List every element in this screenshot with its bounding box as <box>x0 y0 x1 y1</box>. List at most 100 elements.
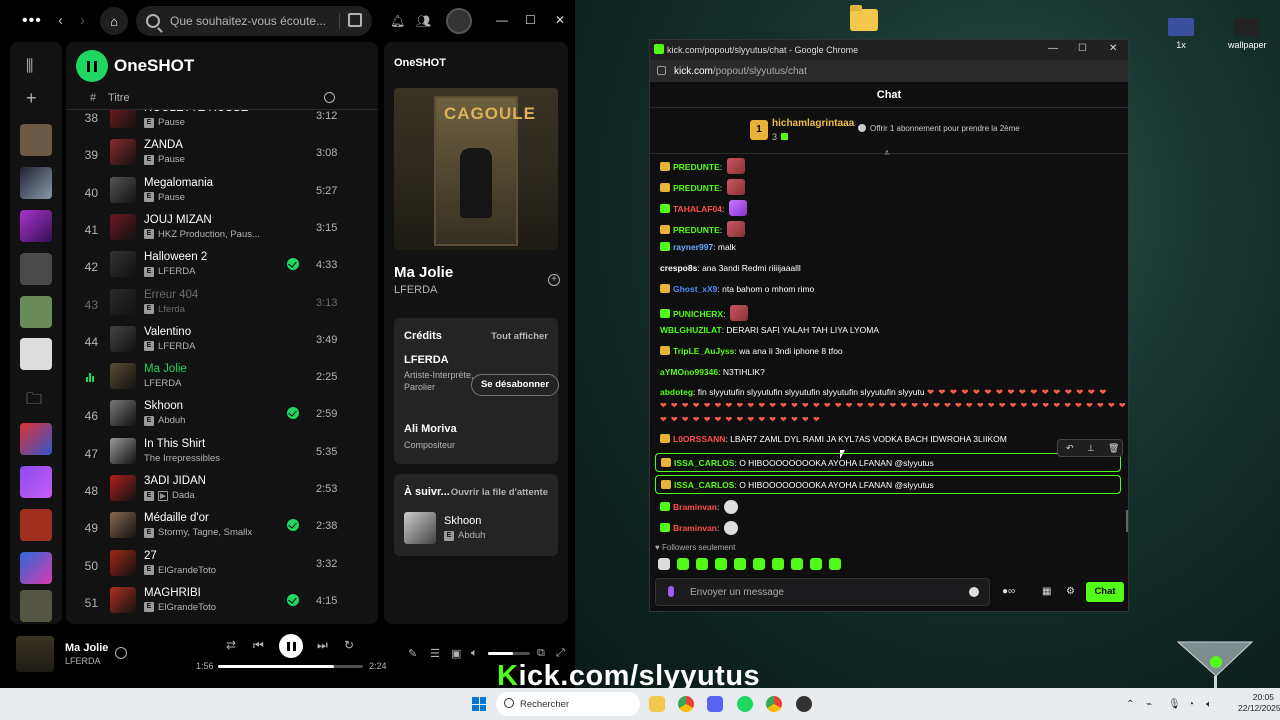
scrollbar[interactable] <box>1126 510 1128 532</box>
show-all-link[interactable]: Tout afficher <box>491 331 548 342</box>
folder-icon[interactable]: 🗀︎ <box>26 388 42 415</box>
pause-button[interactable] <box>76 50 108 82</box>
folder-icon[interactable] <box>850 5 878 31</box>
chat-username[interactable]: rayner997 <box>673 242 713 252</box>
chat-mode-icon[interactable]: ●∞ <box>1002 586 1015 597</box>
track-row[interactable]: 51 MAGHRIBI E ElGrandeToto 4:15 <box>66 584 378 621</box>
chat-message[interactable]: Ghost_xX9: nta bahom o mhom rimo <box>660 284 1120 294</box>
track-row[interactable]: Ma Jolie LFERDA 2:25 <box>66 360 378 397</box>
close-icon[interactable]: ✕ <box>1109 43 1117 54</box>
file-explorer-icon[interactable] <box>649 696 665 712</box>
track-row[interactable]: 49 Médaille d'or E Stormy, Tagne, Smallx 2:3… <box>66 509 378 546</box>
obs-icon[interactable] <box>796 696 812 712</box>
chat-username[interactable]: PREDUNTE <box>673 183 720 193</box>
chat-username[interactable]: ISSA_CARLOS <box>674 458 734 468</box>
library-icon[interactable]: ⫼ <box>26 58 33 76</box>
track-artist[interactable]: Lferda <box>158 304 185 315</box>
bell-icon[interactable]: 🔔︎ <box>390 14 405 28</box>
plus-icon[interactable]: + <box>26 88 37 109</box>
track-row[interactable]: 39 ZANDA E Pause 3:08 <box>66 136 378 173</box>
track-title[interactable]: Skhoon <box>144 400 183 412</box>
emote-icon[interactable] <box>829 558 841 570</box>
desktop-shortcut-1x[interactable]: 1x <box>1168 18 1194 50</box>
home-button[interactable]: ⌂ <box>100 7 128 35</box>
track-artist[interactable]: The Irrepressibles <box>144 453 220 464</box>
library-item[interactable] <box>20 423 52 455</box>
open-queue-link[interactable]: Ouvrir la file d'attente <box>451 487 548 498</box>
emote-icon[interactable] <box>715 558 727 570</box>
emote-icon[interactable] <box>791 558 803 570</box>
track-row[interactable]: 40 Megalomania E Pause 5:27 <box>66 174 378 211</box>
chat-username[interactable]: ISSA_CARLOS <box>674 480 734 490</box>
chat-username[interactable]: aYMOno99346 <box>660 367 718 377</box>
chat-message[interactable]: WBLGHUZILAT: DERARI SAFI YALAH TAH LIYA … <box>660 325 1120 335</box>
player-cover[interactable] <box>16 636 54 672</box>
track-row[interactable]: 47 In This Shirt The Irrepressibles 5:35 <box>66 435 378 472</box>
url-text[interactable]: kick.com/popout/slyyutus/chat <box>674 66 807 77</box>
emote-icon[interactable] <box>677 558 689 570</box>
add-icon[interactable]: + <box>548 274 560 286</box>
library-item[interactable] <box>20 124 52 156</box>
settings-icon[interactable]: ⚙ <box>1066 586 1075 597</box>
chrome-icon[interactable] <box>678 696 694 712</box>
next-track-art[interactable] <box>404 512 436 544</box>
track-title[interactable]: Megalomania <box>144 177 213 189</box>
chat-username[interactable]: Braminvan <box>673 523 717 533</box>
player-song[interactable]: Ma Jolie <box>65 642 108 654</box>
track-row[interactable]: 50 27 E ElGrandeToto 3:32 <box>66 547 378 584</box>
start-button[interactable] <box>472 697 486 711</box>
chat-username[interactable]: PUNICHERX <box>673 309 723 319</box>
track-title[interactable]: Erreur 404 <box>144 289 198 301</box>
more-menu-icon[interactable]: ••• <box>22 12 42 30</box>
track-artist[interactable]: Pause <box>158 154 185 165</box>
chat-message[interactable]: aYMOno99346: N3TIHLIK? <box>660 367 1120 377</box>
chat-username[interactable]: L0ORSSANN <box>673 434 725 444</box>
network-icon[interactable]: ⌁ <box>1146 699 1152 710</box>
add-to-library-icon[interactable] <box>115 647 127 659</box>
chat-username[interactable]: abdoteg <box>660 387 693 397</box>
chat-message[interactable]: ISSA_CARLOS: O HIBOOOOOOOOKA AYOHA LFANA… <box>655 475 1121 494</box>
track-artist[interactable]: LFERDA <box>158 266 195 277</box>
chat-message[interactable]: Braminvan: <box>660 500 1120 514</box>
emote-icon[interactable] <box>810 558 822 570</box>
track-artist[interactable]: Stormy, Tagne, Smallx <box>158 527 252 538</box>
track-artist[interactable]: ElGrandeToto <box>158 565 216 576</box>
chat-message[interactable]: TAHALAF04: <box>660 200 1120 216</box>
emote-icon[interactable] <box>772 558 784 570</box>
chat-message[interactable]: Braminvan: <box>660 521 1120 535</box>
chat-input[interactable]: Envoyer un message <box>655 578 990 606</box>
volume-slider[interactable] <box>488 652 530 655</box>
track-title[interactable]: 27 <box>144 550 157 562</box>
chat-message[interactable]: rayner997: malk <box>660 242 1120 252</box>
track-artist[interactable]: Pause <box>158 117 185 128</box>
library-item[interactable] <box>20 552 52 584</box>
col-title[interactable]: Titre <box>108 92 130 104</box>
emote-icon[interactable] <box>658 558 670 570</box>
volume-icon[interactable]: 🔈︎ <box>471 647 478 660</box>
library-item[interactable] <box>20 210 52 242</box>
chrome-icon[interactable] <box>766 696 782 712</box>
chat-message[interactable]: crespo8s: ana 3andi Redmi riiiijaaalll <box>660 263 1120 273</box>
chat-username[interactable]: PREDUNTE <box>673 162 720 172</box>
track-artist[interactable]: LFERDA <box>144 378 181 389</box>
saved-check-icon[interactable] <box>287 258 299 271</box>
browse-icon[interactable] <box>348 13 362 27</box>
address-bar[interactable]: kick.com/popout/slyyutus/chat <box>650 60 1128 82</box>
forward-arrow-icon[interactable]: › <box>80 12 85 29</box>
chat-username[interactable]: PREDUNTE <box>673 225 720 235</box>
next-track-name[interactable]: Skhoon <box>444 515 481 527</box>
track-title[interactable]: JOUJ MIZAN <box>144 214 212 226</box>
spotify-icon[interactable] <box>737 696 753 712</box>
search-bar[interactable]: Que souhaitez-vous écoute... <box>136 6 372 36</box>
repeat-icon[interactable]: ↻ <box>344 638 354 652</box>
chat-message[interactable]: PUNICHERX: <box>660 305 1120 321</box>
library-item[interactable] <box>20 167 52 199</box>
saved-check-icon[interactable] <box>287 407 299 420</box>
chat-message[interactable]: ISSA_CARLOS: O HIBOOOOOOOOKA AYOHA LFANA… <box>655 453 1121 472</box>
track-artist[interactable]: LFERDA <box>158 341 195 352</box>
emoji-icon[interactable] <box>969 587 979 597</box>
fullscreen-icon[interactable]: ⤢ <box>556 647 565 660</box>
chat-message[interactable]: abdoteg: fin slyyutufin slyyutufin slyyu… <box>660 387 1120 398</box>
discord-icon[interactable] <box>707 696 723 712</box>
track-title[interactable]: 3ADI JIDAN <box>144 475 206 487</box>
